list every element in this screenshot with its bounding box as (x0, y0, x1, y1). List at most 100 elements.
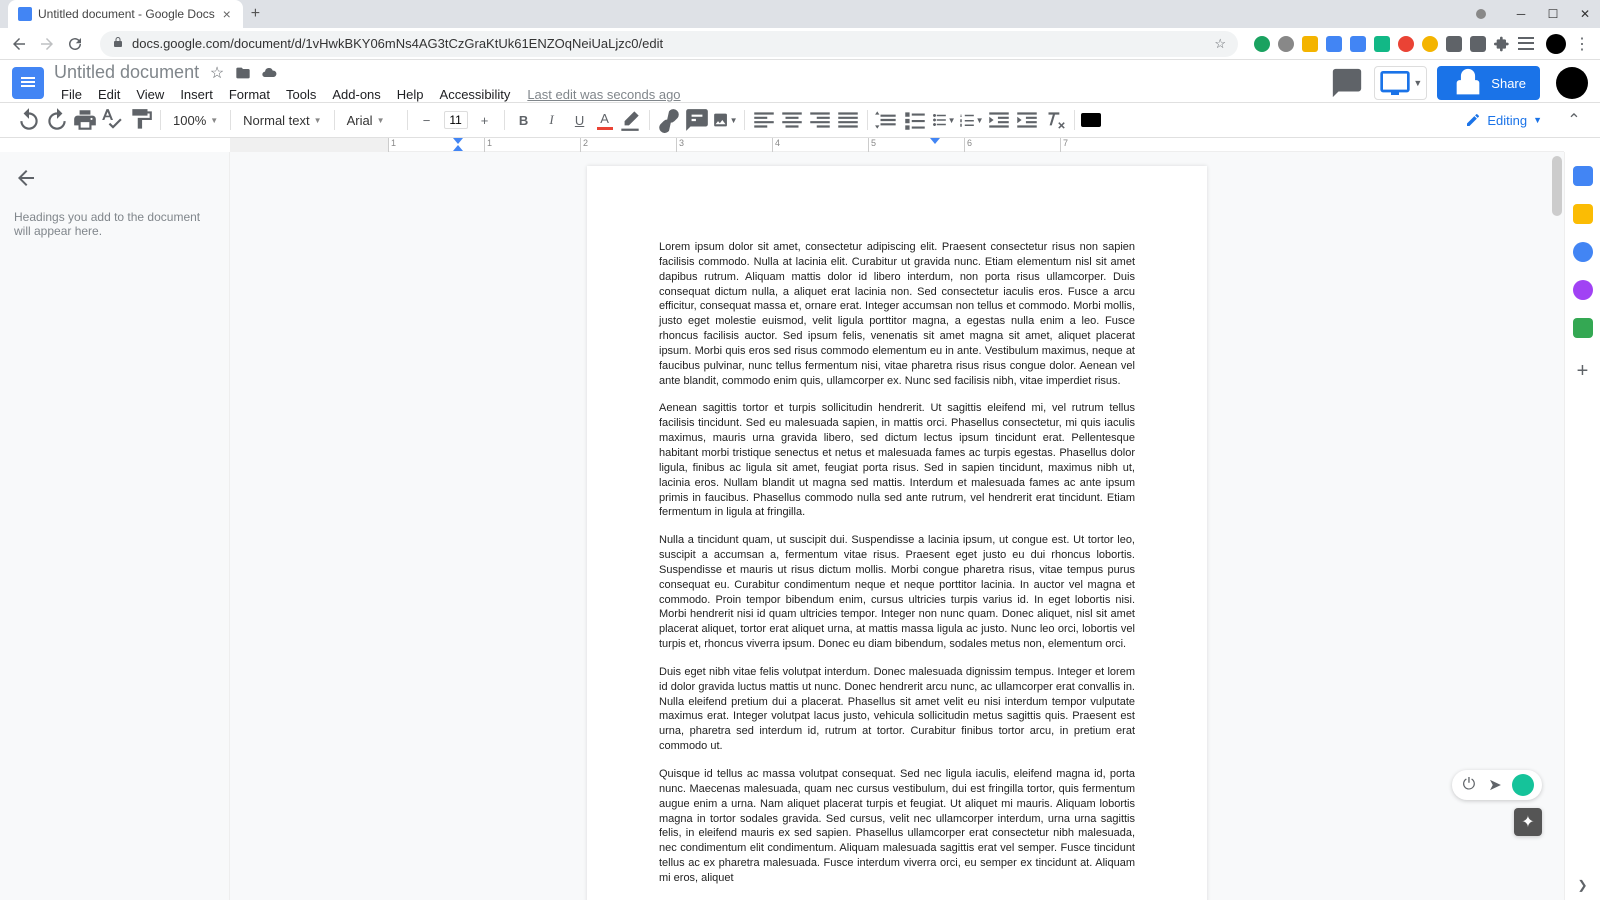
font-size-input[interactable] (444, 111, 468, 129)
paragraph[interactable]: Nulla a tincidunt quam, ut suscipit dui.… (659, 533, 1135, 652)
checklist-button[interactable] (902, 107, 928, 133)
menu-view[interactable]: View (129, 85, 171, 104)
font-size-decrease[interactable]: − (414, 107, 440, 133)
ext-icon-10[interactable] (1470, 36, 1486, 52)
collapse-toolbar-icon[interactable]: ⌃ (1564, 110, 1584, 130)
menu-format[interactable]: Format (222, 85, 277, 104)
star-icon[interactable]: ☆ (1214, 36, 1226, 52)
present-button[interactable]: ▼ (1374, 66, 1427, 100)
outline-close-icon[interactable] (14, 166, 38, 190)
numbered-list-button[interactable]: ▼ (958, 107, 984, 133)
bold-button[interactable]: B (511, 107, 537, 133)
window-minimize-icon[interactable]: ─ (1514, 7, 1528, 21)
underline-button[interactable]: U (567, 107, 593, 133)
ext-icon-9[interactable] (1446, 36, 1462, 52)
move-icon[interactable] (235, 65, 251, 81)
window-close-icon[interactable]: ✕ (1578, 7, 1592, 21)
text-color-button[interactable]: A (595, 107, 615, 133)
grammarly-icon[interactable] (1512, 774, 1534, 796)
send-icon[interactable]: ➤ (1486, 776, 1504, 794)
tasks-icon[interactable] (1573, 242, 1593, 262)
input-tools-button[interactable] (1081, 113, 1101, 127)
maps-icon[interactable] (1573, 318, 1593, 338)
redo-button[interactable] (44, 107, 70, 133)
ext-icon-5[interactable] (1350, 36, 1366, 52)
menu-help[interactable]: Help (390, 85, 431, 104)
paint-format-button[interactable] (128, 107, 154, 133)
spellcheck-button[interactable] (100, 107, 126, 133)
browser-tab[interactable]: Untitled document - Google Docs × (8, 0, 243, 28)
paragraph[interactable]: Duis eget nibh vitae felis volutpat inte… (659, 665, 1135, 754)
ext-icon-3[interactable] (1302, 36, 1318, 52)
contacts-icon[interactable] (1573, 280, 1593, 300)
new-tab-button[interactable]: + (251, 5, 260, 23)
browser-menu-icon[interactable]: ⋮ (1574, 34, 1590, 54)
share-button[interactable]: Share (1437, 66, 1540, 100)
menu-insert[interactable]: Insert (173, 85, 220, 104)
ext-icon-1[interactable] (1254, 36, 1270, 52)
paragraph[interactable]: Aenean sagittis tortor et turpis sollici… (659, 401, 1135, 520)
calendar-icon[interactable] (1573, 166, 1593, 186)
horizontal-ruler[interactable]: 1 1 2 3 4 5 6 7 (230, 138, 1564, 152)
zoom-select[interactable]: 100%▼ (167, 113, 224, 128)
menu-file[interactable]: File (54, 85, 89, 104)
power-icon[interactable]: ⏻ (1460, 776, 1478, 794)
ext-icon-7[interactable] (1398, 36, 1414, 52)
star-icon[interactable]: ☆ (209, 65, 225, 81)
cloud-status-icon[interactable] (261, 65, 277, 81)
window-maximize-icon[interactable]: ☐ (1546, 7, 1560, 21)
bullet-list-button[interactable]: ▼ (930, 107, 956, 133)
ext-icon-2[interactable] (1278, 36, 1294, 52)
insert-comment-button[interactable] (684, 107, 710, 133)
paragraph[interactable]: Lorem ipsum dolor sit amet, consectetur … (659, 240, 1135, 388)
side-panel-collapse-icon[interactable]: ❯ (1577, 878, 1587, 892)
ext-icon-6[interactable] (1374, 36, 1390, 52)
decrease-indent-button[interactable] (986, 107, 1012, 133)
increase-indent-button[interactable] (1014, 107, 1040, 133)
addons-plus-icon[interactable]: + (1577, 360, 1589, 383)
tab-close-icon[interactable]: × (221, 8, 233, 20)
extensions-menu-icon[interactable] (1494, 36, 1510, 52)
first-line-indent-marker[interactable] (453, 145, 463, 151)
browser-profile-avatar[interactable] (1546, 34, 1566, 54)
floating-toolbar[interactable]: ⏻ ➤ (1452, 770, 1542, 800)
align-left-button[interactable] (751, 107, 777, 133)
explore-button[interactable]: ✦ (1514, 808, 1542, 836)
account-avatar[interactable] (1556, 67, 1588, 99)
font-select[interactable]: Arial▼ (341, 113, 401, 128)
reading-list-icon[interactable] (1518, 36, 1534, 52)
menu-tools[interactable]: Tools (279, 85, 323, 104)
font-size-increase[interactable]: + (472, 107, 498, 133)
document-canvas[interactable]: Lorem ipsum dolor sit amet, consectetur … (230, 152, 1564, 900)
paragraph[interactable]: Quisque id tellus ac massa volutpat cons… (659, 767, 1135, 886)
menu-accessibility[interactable]: Accessibility (433, 85, 518, 104)
align-center-button[interactable] (779, 107, 805, 133)
highlight-button[interactable] (617, 107, 643, 133)
print-button[interactable] (72, 107, 98, 133)
left-indent-marker[interactable] (453, 138, 463, 144)
paragraph-style-select[interactable]: Normal text▼ (237, 113, 327, 128)
clear-formatting-button[interactable] (1042, 107, 1068, 133)
ext-icon-4[interactable] (1326, 36, 1342, 52)
ext-icon-8[interactable] (1422, 36, 1438, 52)
docs-logo-icon[interactable] (12, 67, 44, 99)
undo-button[interactable] (16, 107, 42, 133)
align-justify-button[interactable] (835, 107, 861, 133)
menu-edit[interactable]: Edit (91, 85, 127, 104)
italic-button[interactable]: I (539, 107, 565, 133)
reload-button[interactable] (66, 35, 84, 53)
editing-mode-select[interactable]: Editing ▼ (1455, 112, 1552, 128)
page[interactable]: Lorem ipsum dolor sit amet, consectetur … (587, 166, 1207, 900)
keep-icon[interactable] (1573, 204, 1593, 224)
url-bar[interactable]: docs.google.com/document/d/1vHwkBKY06mNs… (100, 31, 1238, 57)
back-button[interactable] (10, 35, 28, 53)
line-spacing-button[interactable] (874, 107, 900, 133)
menu-addons[interactable]: Add-ons (325, 85, 387, 104)
align-right-button[interactable] (807, 107, 833, 133)
browser-update-indicator[interactable] (1476, 9, 1486, 19)
insert-image-button[interactable]: ▼ (712, 107, 738, 133)
comment-history-icon[interactable] (1330, 66, 1364, 100)
last-edit-link[interactable]: Last edit was seconds ago (527, 87, 680, 102)
vertical-scrollbar[interactable] (1552, 156, 1562, 896)
right-indent-marker[interactable] (930, 138, 940, 144)
